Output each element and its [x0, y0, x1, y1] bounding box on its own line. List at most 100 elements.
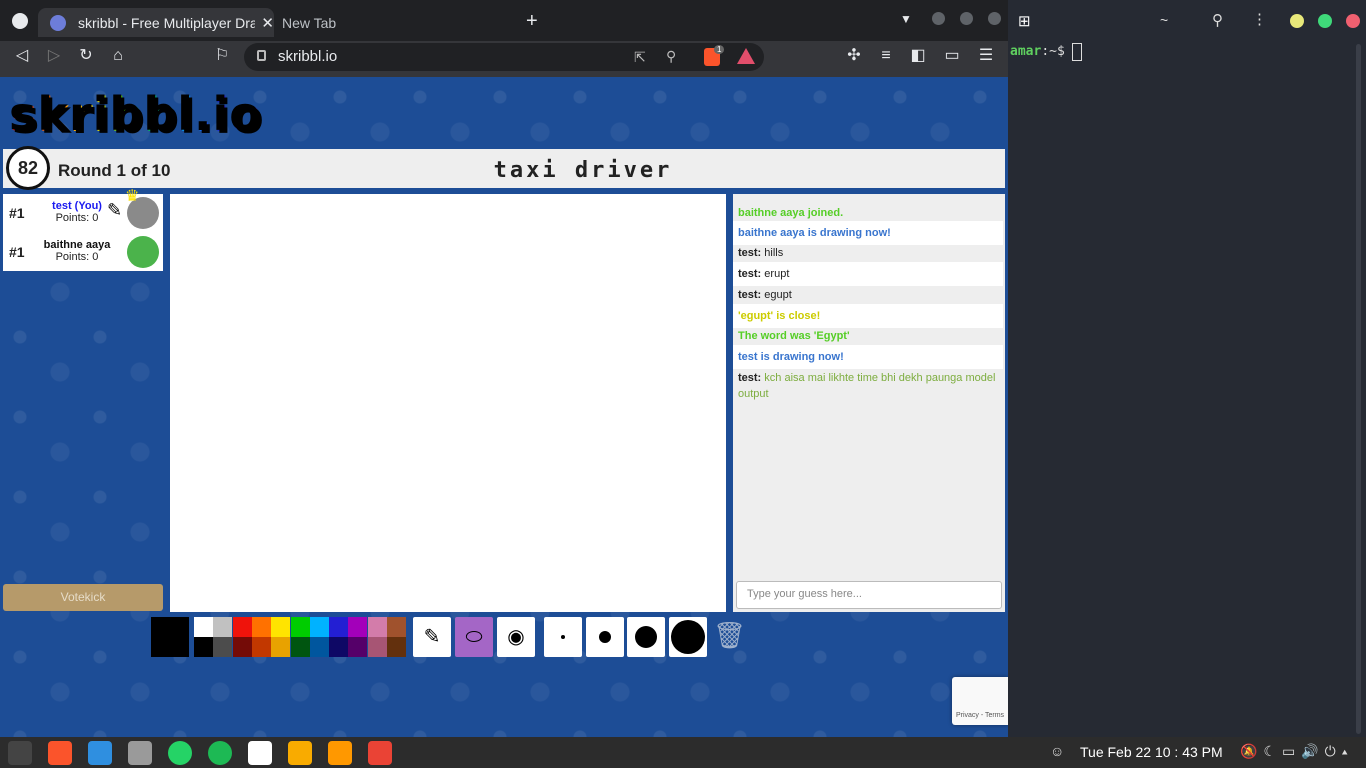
color-swatch[interactable]: [194, 617, 213, 637]
brave-rewards-icon[interactable]: [737, 48, 755, 64]
home-icon[interactable]: ⌂: [108, 46, 128, 66]
color-swatch[interactable]: [290, 637, 310, 657]
maximize-button[interactable]: [960, 12, 973, 25]
color-swatch[interactable]: [329, 617, 349, 637]
tab-close-icon[interactable]: ✕: [261, 14, 274, 32]
tab-search-chevron-icon[interactable]: ▼: [900, 12, 912, 26]
color-swatch[interactable]: [348, 637, 368, 657]
terminal-title: ~: [1160, 12, 1169, 28]
brush-size-large[interactable]: [627, 617, 665, 657]
player-row[interactable]: #1 baithne aaya Points: 0: [3, 233, 163, 271]
sidebar-icon[interactable]: ◧: [908, 46, 928, 66]
color-swatch[interactable]: [309, 637, 329, 657]
lock-icon: [257, 50, 266, 61]
extensions-icon[interactable]: ✣: [844, 46, 864, 66]
whatsapp-app-icon[interactable]: [168, 741, 192, 765]
color-swatch[interactable]: [290, 617, 310, 637]
color-swatch[interactable]: [387, 617, 406, 637]
tab-new-tab[interactable]: New Tab: [274, 8, 514, 37]
chat-text: The word was 'Egypt': [738, 330, 850, 342]
sublime-app-icon[interactable]: [328, 741, 352, 765]
back-icon[interactable]: ◁: [12, 46, 32, 66]
chat-sender: test:: [738, 372, 762, 384]
prompt-path: :~$: [1041, 44, 1065, 59]
open-external-icon[interactable]: ⇱: [634, 49, 646, 66]
terminal-menu-icon[interactable]: ⋮: [1252, 10, 1267, 28]
brush-size-small[interactable]: [544, 617, 582, 657]
terminal-prompt: amar:~$: [1010, 44, 1065, 59]
url-text[interactable]: skribbl.io: [278, 48, 337, 65]
terminal-search-icon[interactable]: ⚲: [1212, 11, 1223, 29]
tab-skribbl[interactable]: skribbl - Free Multiplayer Draw ✕: [38, 8, 274, 37]
color-swatch[interactable]: [367, 617, 387, 637]
color-swatch[interactable]: [387, 637, 406, 657]
recaptcha-badge[interactable]: Privacy - Terms: [952, 677, 1008, 725]
color-swatch[interactable]: [232, 637, 252, 657]
player-points: Points: 0: [55, 251, 99, 263]
terminal-cursor: [1072, 43, 1082, 61]
trash-clear-icon[interactable]: 🗑: [713, 620, 746, 651]
color-swatch[interactable]: [232, 617, 252, 637]
chat-text: 'egupt' is close!: [738, 310, 821, 322]
gmail-app-icon[interactable]: [368, 741, 392, 765]
new-terminal-tab-icon[interactable]: ⊞: [1018, 12, 1031, 30]
votekick-button[interactable]: Votekick: [3, 584, 163, 611]
terminal-scrollbar[interactable]: [1356, 44, 1361, 734]
crown-icon: ♛: [125, 188, 140, 205]
player-rank: #1: [9, 244, 25, 260]
zoom-icon[interactable]: ⚲: [666, 48, 676, 65]
bookmark-icon[interactable]: ⚐: [212, 46, 232, 66]
eraser-tool-button[interactable]: ⬭: [455, 617, 493, 657]
skribbl-logo: skribbl.io: [10, 88, 263, 142]
user-tray-icon[interactable]: ☺: [1050, 743, 1064, 759]
spotify-app-icon[interactable]: [208, 741, 232, 765]
chat-text: baithne aaya joined.: [738, 207, 844, 219]
color-swatch[interactable]: [271, 637, 291, 657]
color-swatch[interactable]: [194, 637, 213, 657]
files-app-icon[interactable]: [128, 741, 152, 765]
wallet-icon[interactable]: ▭: [942, 46, 962, 66]
terminal-minimize-button[interactable]: [1290, 14, 1304, 28]
pencil-tool-button[interactable]: ✎: [413, 617, 451, 657]
color-swatch[interactable]: [271, 617, 291, 637]
close-window-button[interactable]: [988, 12, 1001, 25]
reload-icon[interactable]: ↻: [76, 46, 96, 66]
drawing-canvas[interactable]: [170, 194, 726, 612]
brush-size-xlarge[interactable]: [669, 617, 707, 657]
system-tray-icons[interactable]: 🔕☾▭🔊⏻▴: [1240, 743, 1354, 760]
github-icon[interactable]: [12, 13, 28, 29]
color-swatch[interactable]: [309, 617, 329, 637]
new-tab-button[interactable]: +: [526, 10, 538, 33]
brush-size-medium[interactable]: [586, 617, 624, 657]
minimize-button[interactable]: [932, 12, 945, 25]
notion-app-icon[interactable]: [248, 741, 272, 765]
timer-clock: 82: [6, 146, 50, 190]
terminal-maximize-button[interactable]: [1318, 14, 1332, 28]
colab-app-icon[interactable]: [288, 741, 312, 765]
color-swatch[interactable]: [367, 637, 387, 657]
forward-icon[interactable]: ▷: [44, 46, 64, 66]
player-row[interactable]: #1 test (You) Points: 0 ✎ ♛: [3, 188, 163, 232]
terminal-app-icon[interactable]: [8, 741, 32, 765]
guess-input[interactable]: Type your guess here...: [736, 581, 1002, 609]
round-indicator: Round 1 of 10: [58, 161, 171, 180]
player-name: baithne aaya: [43, 239, 111, 251]
color-swatch[interactable]: [348, 617, 368, 637]
menu-icon[interactable]: ☰: [976, 46, 996, 66]
terminal-close-button[interactable]: [1346, 14, 1360, 28]
chat-text: egupt: [764, 289, 792, 301]
media-control-icon[interactable]: ≡: [876, 46, 896, 66]
vscode-app-icon[interactable]: [88, 741, 112, 765]
color-swatch[interactable]: [213, 637, 233, 657]
fill-tool-button[interactable]: ◉: [497, 617, 535, 657]
player-list: #1 test (You) Points: 0 ✎ ♛ #1 baithne a…: [3, 188, 163, 271]
taskbar-clock[interactable]: Tue Feb 22 10 : 43 PM: [1080, 744, 1223, 760]
player-rank: #1: [9, 205, 25, 221]
color-swatch[interactable]: [251, 617, 271, 637]
color-swatch[interactable]: [329, 637, 349, 657]
brave-app-icon[interactable]: [48, 741, 72, 765]
color-swatch[interactable]: [251, 637, 271, 657]
terminal-window[interactable]: [1008, 0, 1366, 737]
skribbl-favicon-icon: [50, 14, 66, 31]
color-swatch[interactable]: [213, 617, 233, 637]
